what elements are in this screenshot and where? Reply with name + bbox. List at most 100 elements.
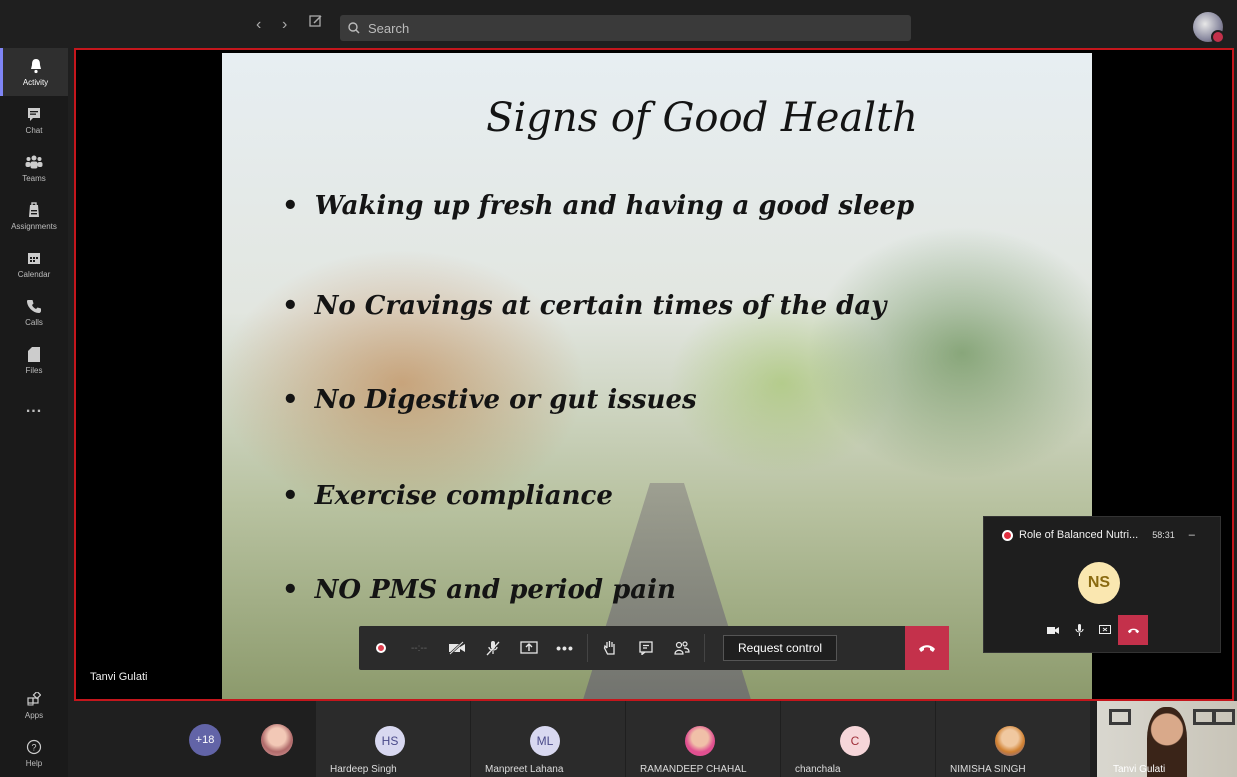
rail-label: Activity bbox=[22, 78, 49, 87]
participant-photo-avatar[interactable] bbox=[261, 724, 293, 756]
mini-camera-button[interactable] bbox=[1040, 615, 1066, 645]
toolbar-divider bbox=[704, 634, 705, 662]
participant-name: Manpreet Lahana bbox=[485, 764, 564, 775]
mini-controls bbox=[1040, 615, 1148, 645]
meeting-duration: 58:31 bbox=[1152, 530, 1175, 540]
camera-off-icon bbox=[449, 641, 465, 655]
recording-indicator-icon bbox=[1002, 529, 1013, 541]
meeting-title: Role of Balanced Nutri... bbox=[1019, 529, 1139, 541]
raise-hand-button[interactable] bbox=[592, 626, 628, 670]
rail-label: Help bbox=[25, 759, 43, 768]
rail-label: Calls bbox=[25, 318, 43, 327]
bell-icon bbox=[26, 57, 46, 75]
mini-mic-button[interactable] bbox=[1066, 615, 1092, 645]
camera-icon bbox=[1046, 626, 1059, 634]
mic-off-icon bbox=[486, 641, 500, 656]
rail-item-chat[interactable]: Chat bbox=[0, 96, 68, 144]
app-rail: Activity Chat Teams Assignments Calendar… bbox=[0, 48, 68, 777]
forward-arrow-icon[interactable]: › bbox=[282, 16, 287, 34]
participant-avatar: NS bbox=[1078, 562, 1120, 604]
search-placeholder: Search bbox=[368, 20, 410, 36]
rail-item-activity[interactable]: Activity bbox=[0, 48, 68, 96]
slide-bullet: Waking up fresh and having a good sleep bbox=[282, 191, 915, 221]
record-icon bbox=[376, 643, 386, 653]
record-button[interactable] bbox=[363, 626, 399, 670]
mini-call-window[interactable]: Role of Balanced Nutri... 58:31 – NS bbox=[983, 516, 1221, 653]
rail-item-files[interactable]: Files bbox=[0, 336, 68, 384]
presenter-name: Tanvi Gulati bbox=[90, 671, 148, 683]
wall-frame-graphic bbox=[1109, 709, 1131, 725]
rail-label: Apps bbox=[24, 711, 44, 720]
participant-avatar: C bbox=[840, 726, 870, 756]
back-arrow-icon[interactable]: ‹ bbox=[256, 16, 261, 34]
overflow-participants-button[interactable]: +18 bbox=[189, 724, 221, 756]
wall-frame-graphic bbox=[1213, 709, 1235, 725]
search-icon bbox=[348, 22, 360, 34]
hang-up-icon bbox=[1127, 628, 1139, 633]
hang-up-button[interactable] bbox=[905, 626, 949, 670]
participant-name: RAMANDEEP CHAHAL bbox=[640, 764, 747, 775]
rail-more-button[interactable]: ... bbox=[0, 384, 68, 432]
search-input[interactable]: Search bbox=[340, 15, 911, 41]
hang-up-icon bbox=[919, 645, 935, 652]
participant-avatar: ML bbox=[530, 726, 560, 756]
call-toolbar: --:-- ••• Request control bbox=[359, 626, 949, 670]
participants-button[interactable] bbox=[664, 626, 700, 670]
slide-bullet: NO PMS and period pain bbox=[282, 575, 676, 605]
rail-label: Assignments bbox=[11, 222, 57, 231]
share-screen-icon bbox=[520, 641, 538, 654]
more-icon: ... bbox=[25, 399, 43, 416]
participant-tile[interactable]: C chanchala bbox=[781, 701, 935, 777]
slide-bullet: Exercise compliance bbox=[282, 481, 613, 511]
mic-icon bbox=[1074, 624, 1084, 636]
wall-frame-graphic bbox=[1193, 709, 1215, 725]
ellipsis-icon: ••• bbox=[556, 640, 574, 656]
participant-photo-avatar bbox=[995, 726, 1025, 756]
chat-icon bbox=[24, 105, 44, 123]
calendar-icon bbox=[24, 249, 44, 267]
participant-strip: +18 HS Hardeep Singh ML Manpreet Lahana … bbox=[68, 701, 1237, 777]
rail-label: Calendar bbox=[17, 270, 51, 279]
file-icon bbox=[24, 345, 44, 363]
rail-item-assignments[interactable]: Assignments bbox=[0, 192, 68, 240]
participant-tile[interactable]: NIMISHA SINGH bbox=[936, 701, 1090, 777]
participant-tile[interactable]: ML Manpreet Lahana bbox=[471, 701, 625, 777]
self-name: Tanvi Gulati bbox=[1113, 764, 1166, 775]
rail-item-teams[interactable]: Teams bbox=[0, 144, 68, 192]
more-actions-button[interactable]: ••• bbox=[547, 626, 583, 670]
phone-icon bbox=[24, 297, 44, 315]
participant-name: Hardeep Singh bbox=[330, 764, 397, 775]
apps-icon bbox=[24, 690, 44, 708]
slide-title: Signs of Good Health bbox=[486, 95, 918, 141]
share-screen-button[interactable] bbox=[511, 626, 547, 670]
participant-avatar: HS bbox=[375, 726, 405, 756]
slide-bullet: No Cravings at certain times of the day bbox=[282, 291, 887, 321]
rail-item-calendar[interactable]: Calendar bbox=[0, 240, 68, 288]
rail-item-help[interactable]: ? Help bbox=[0, 729, 68, 777]
chat-icon bbox=[639, 641, 653, 655]
rail-item-apps[interactable]: Apps bbox=[0, 681, 68, 729]
chat-toggle-button[interactable] bbox=[628, 626, 664, 670]
participant-tile[interactable]: RAMANDEEP CHAHAL bbox=[626, 701, 780, 777]
rail-item-calls[interactable]: Calls bbox=[0, 288, 68, 336]
rail-label: Chat bbox=[25, 126, 43, 135]
mini-stop-share-button[interactable] bbox=[1092, 615, 1118, 645]
toolbar-divider bbox=[587, 634, 588, 662]
mini-hang-up-button[interactable] bbox=[1118, 615, 1148, 645]
teams-icon bbox=[24, 153, 44, 171]
mic-toggle[interactable] bbox=[475, 626, 511, 670]
rail-label: Files bbox=[25, 366, 43, 375]
stop-share-icon bbox=[1099, 625, 1111, 634]
request-control-button[interactable]: Request control bbox=[723, 635, 838, 661]
camera-toggle[interactable] bbox=[439, 626, 475, 670]
hand-icon bbox=[603, 641, 615, 655]
people-icon bbox=[674, 641, 690, 655]
participant-tile[interactable]: HS Hardeep Singh bbox=[316, 701, 470, 777]
minimize-icon[interactable]: – bbox=[1189, 529, 1195, 541]
svg-text:?: ? bbox=[31, 743, 36, 753]
self-video-tile[interactable]: Tanvi Gulati bbox=[1097, 701, 1237, 777]
participant-name: chanchala bbox=[795, 764, 841, 775]
profile-avatar[interactable] bbox=[1193, 12, 1225, 44]
top-bar: ‹ › Search bbox=[0, 0, 1237, 48]
compose-icon[interactable] bbox=[309, 14, 323, 33]
